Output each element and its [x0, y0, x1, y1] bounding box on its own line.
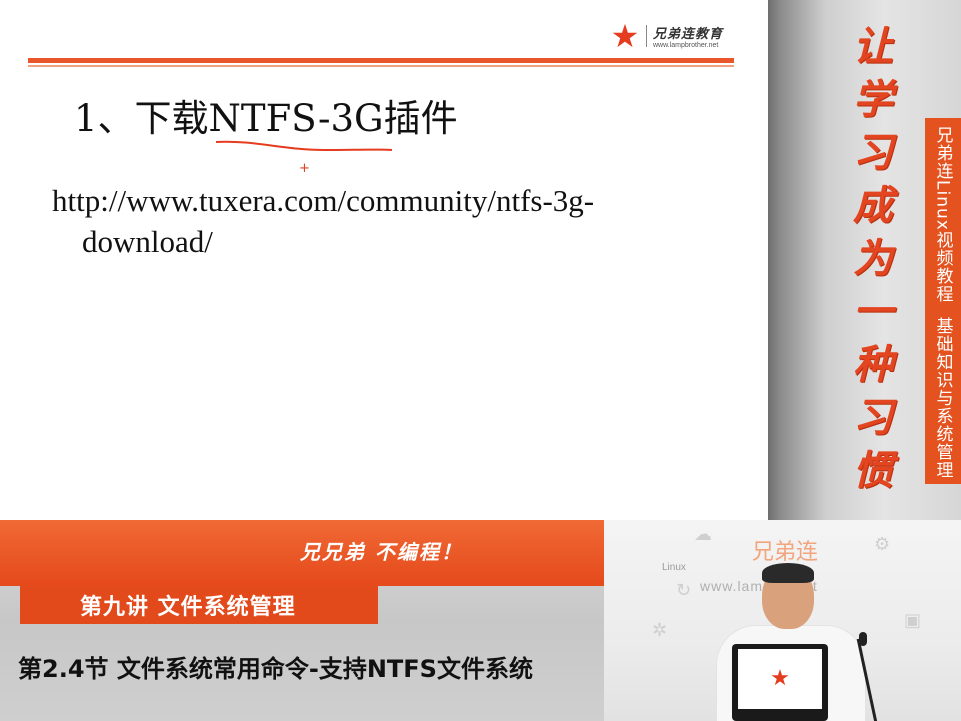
webcam-brand: 兄弟连: [752, 540, 819, 565]
cloud-icon: ☁: [694, 524, 712, 545]
slogan-char: 学: [853, 76, 893, 123]
orange-slogan: 兄兄弟 不编程！: [300, 540, 463, 564]
laptop-star-icon: ★: [770, 666, 790, 691]
webcam-linux-label: Linux: [662, 562, 686, 573]
side-tab-course: 兄弟连Linux视频教程: [932, 126, 953, 303]
pointer-cursor-icon: +: [299, 161, 310, 176]
slide-area: ★ 兄弟连教育 www.lampbrother.net 1、下载NTFS-3G插…: [0, 0, 768, 520]
laptop-screen: ★: [738, 649, 822, 709]
slogan-char: 为: [853, 235, 893, 282]
presenter-hair: [762, 563, 814, 583]
vertical-slogan: 让 学 习 成 为 一 种 习 惯: [848, 20, 898, 494]
logo-divider: [646, 25, 647, 47]
slogan-char: 惯: [853, 447, 893, 494]
title-rule-thin: [28, 65, 734, 67]
slogan-char: 让: [853, 23, 893, 70]
slide-title: 1、下载NTFS-3G插件: [74, 97, 458, 140]
presenter-webcam: 兄弟连 Linux www.lamp er.net ☁ ⚙ ↻ ▣ ✲ ★: [604, 520, 961, 721]
pen-underline-annotation: [215, 140, 393, 152]
course-side-tab: 兄弟连Linux视频教程 基础知识与系统管理: [925, 118, 961, 484]
laptop: ★: [732, 644, 828, 721]
slogan-char: 成: [853, 182, 893, 229]
lecture-title: 第九讲 文件系统管理: [80, 595, 296, 620]
microphone-icon: [859, 632, 867, 646]
lecture-title-box: 第九讲 文件系统管理: [20, 586, 378, 624]
download-url-text: http://www.tuxera.com/community/ntfs-3g-…: [52, 180, 692, 262]
slogan-char: 习: [853, 129, 893, 176]
url-line-1: http://www.tuxera.com/community/ntfs-3g-: [52, 183, 595, 218]
slogan-char: 一: [853, 288, 893, 335]
refresh-icon: ↻: [676, 580, 692, 601]
url-line-2: download/: [82, 224, 213, 259]
logo-url: www.lampbrother.net: [653, 42, 719, 49]
logo-name: 兄弟连教育: [653, 27, 724, 42]
box-icon: ▣: [904, 610, 922, 631]
brand-logo: ★ 兄弟连教育 www.lampbrother.net: [610, 18, 740, 54]
slogan-char: 种: [853, 341, 893, 388]
title-rule: [28, 58, 734, 63]
section-title: 第2.4节 文件系统常用命令-支持NTFS文件系统: [18, 655, 533, 683]
star-logo-icon: ★: [610, 17, 640, 55]
logo-text: 兄弟连教育 www.lampbrother.net: [653, 23, 723, 49]
slogan-char: 习: [853, 394, 893, 441]
side-tab-topic: 基础知识与系统管理: [932, 316, 953, 479]
settings-icon: ✲: [652, 620, 668, 641]
gear-icon: ⚙: [874, 534, 891, 555]
